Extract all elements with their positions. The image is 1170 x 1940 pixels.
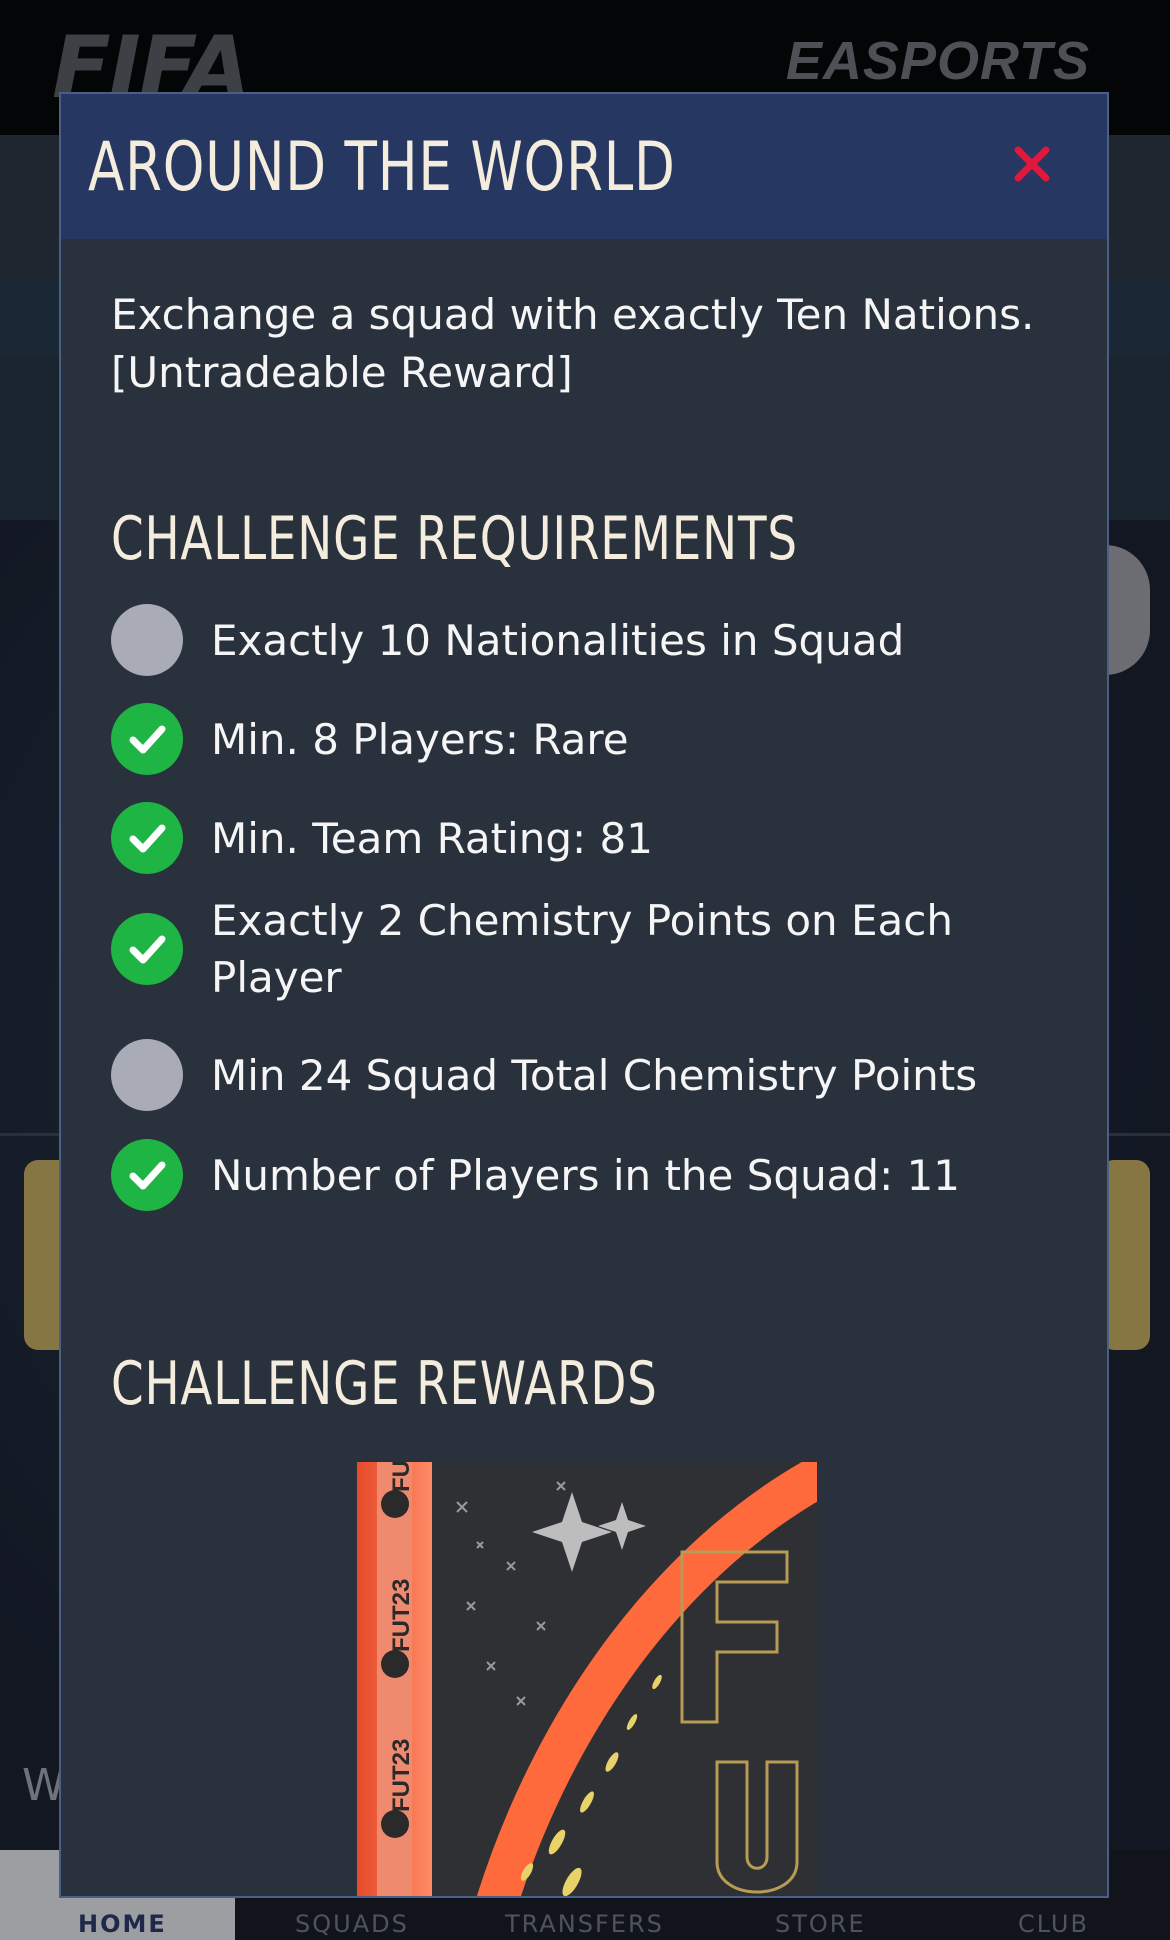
reward-pack-image[interactable]: FUT23 FUT23 FU <box>357 1462 817 1896</box>
requirement-item: Exactly 10 Nationalities in Squad <box>111 604 1071 676</box>
requirement-label: Exactly 10 Nationalities in Squad <box>211 615 905 665</box>
requirement-item: Min. 8 Players: Rare <box>111 703 1071 775</box>
checkmark-icon <box>111 802 183 874</box>
requirement-label: Min 24 Squad Total Chemistry Points <box>211 1050 978 1100</box>
requirement-item: Exactly 2 Chemistry Points on Each Playe… <box>111 892 1071 1006</box>
modal-header: AROUND THE WORLD <box>61 94 1107 239</box>
modal-title: AROUND THE WORLD <box>88 128 676 207</box>
requirement-label: Min. Team Rating: 81 <box>211 813 653 863</box>
close-button[interactable] <box>1002 134 1062 194</box>
checkmark-icon <box>111 913 183 985</box>
status-pending-icon <box>111 1039 183 1111</box>
requirements-heading: CHALLENGE REQUIREMENTS <box>111 504 798 574</box>
svg-text:FUT23: FUT23 <box>388 1739 415 1812</box>
challenge-modal: AROUND THE WORLD Exchange a squad with e… <box>59 92 1109 1898</box>
checkmark-icon <box>111 703 183 775</box>
requirement-item: Min. Team Rating: 81 <box>111 802 1071 874</box>
requirement-label: Exactly 2 Chemistry Points on Each Playe… <box>211 896 953 1002</box>
fut23-pack-art: FUT23 FUT23 FU <box>357 1462 817 1896</box>
checkmark-icon <box>111 1139 183 1211</box>
requirement-label: Number of Players in the Squad: 11 <box>211 1150 961 1200</box>
requirement-item: Min 24 Squad Total Chemistry Points <box>111 1039 1071 1111</box>
svg-text:FUT23: FUT23 <box>388 1579 415 1652</box>
rewards-heading: CHALLENGE REWARDS <box>111 1349 658 1419</box>
requirement-label: Min. 8 Players: Rare <box>211 714 629 764</box>
svg-text:FU: FU <box>388 1462 415 1492</box>
requirement-item: Number of Players in the Squad: 11 <box>111 1139 1071 1211</box>
status-pending-icon <box>111 604 183 676</box>
close-icon <box>1014 146 1050 182</box>
challenge-description: Exchange a squad with exactly Ten Nation… <box>111 290 1035 397</box>
